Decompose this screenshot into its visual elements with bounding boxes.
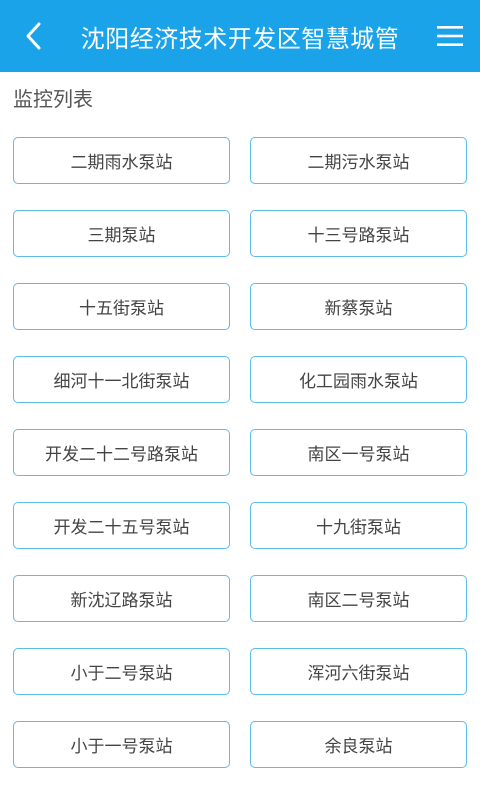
station-button[interactable]: 小于二号泵站 <box>13 648 230 695</box>
station-button[interactable]: 开发二十五号泵站 <box>13 502 230 549</box>
station-button[interactable]: 开发二十二号路泵站 <box>13 429 230 476</box>
station-button[interactable]: 十五街泵站 <box>13 283 230 330</box>
station-button[interactable]: 南区一号泵站 <box>250 429 467 476</box>
back-button[interactable] <box>16 18 52 54</box>
station-button[interactable]: 浑河六街泵站 <box>250 648 467 695</box>
chevron-left-icon <box>26 22 41 50</box>
station-list: 二期雨水泵站 二期污水泵站 三期泵站 十三号路泵站 十五街泵站 新蔡泵站 细河十… <box>13 137 467 768</box>
station-button[interactable]: 二期污水泵站 <box>250 137 467 184</box>
station-button[interactable]: 细河十一北街泵站 <box>13 356 230 403</box>
station-button[interactable]: 化工园雨水泵站 <box>250 356 467 403</box>
page-title: 沈阳经济技术开发区智慧城管 <box>80 24 400 53</box>
station-button[interactable]: 十九街泵站 <box>250 502 467 549</box>
station-button[interactable]: 余良泵站 <box>250 721 467 768</box>
app-header: 沈阳经济技术开发区智慧城管 <box>0 0 480 72</box>
section-title: 监控列表 <box>13 87 93 111</box>
menu-button[interactable] <box>432 18 468 54</box>
station-button[interactable]: 三期泵站 <box>13 210 230 257</box>
station-button[interactable]: 小于一号泵站 <box>13 721 230 768</box>
station-button[interactable]: 南区二号泵站 <box>250 575 467 622</box>
station-button[interactable]: 新沈辽路泵站 <box>13 575 230 622</box>
station-button[interactable]: 十三号路泵站 <box>250 210 467 257</box>
hamburger-menu-icon <box>437 26 463 46</box>
station-button[interactable]: 新蔡泵站 <box>250 283 467 330</box>
station-button[interactable]: 二期雨水泵站 <box>13 137 230 184</box>
